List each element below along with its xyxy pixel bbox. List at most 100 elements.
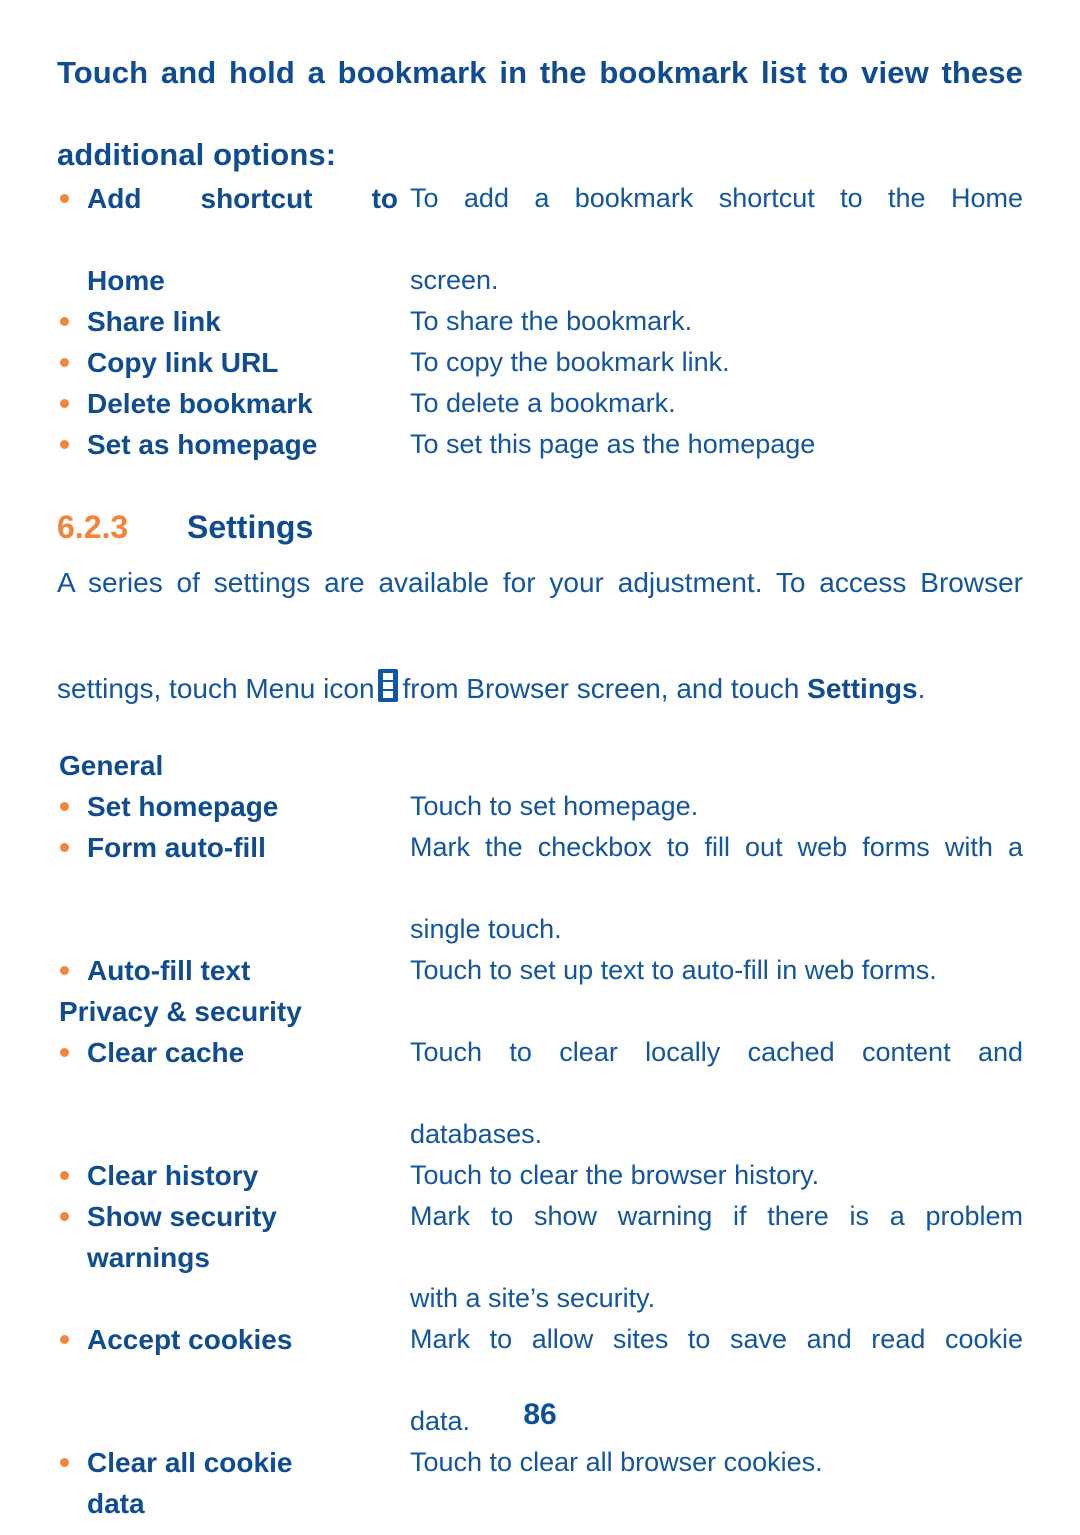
setting-desc-line-1: Mark to show warning if there is a probl… bbox=[410, 1201, 1023, 1231]
menu-icon[interactable] bbox=[377, 669, 398, 702]
group-heading-general: General bbox=[59, 750, 164, 781]
list-item: Clear cache Touch to clear locally cache… bbox=[57, 1032, 1023, 1155]
setting-desc-line-2: single touch. bbox=[410, 914, 562, 944]
setting-term: Accept cookies bbox=[87, 1319, 410, 1360]
option-desc-line-1: To add a bookmark shortcut to the Home bbox=[410, 183, 1023, 213]
setting-description: Mark to show warning if there is a probl… bbox=[410, 1196, 1023, 1319]
option-description: To set this page as the homepage bbox=[410, 424, 1023, 465]
bullet-icon bbox=[60, 1335, 69, 1344]
bullet-icon bbox=[60, 317, 69, 326]
bullet-column bbox=[57, 301, 87, 326]
bullet-column bbox=[57, 342, 87, 367]
option-desc-line-1: To set this page as the homepage bbox=[410, 429, 816, 459]
bullet-icon bbox=[60, 194, 69, 203]
option-desc-line-1: To copy the bookmark link. bbox=[410, 347, 730, 377]
menu-icon-dot-1 bbox=[382, 673, 393, 680]
setting-term: Clear history bbox=[87, 1155, 410, 1196]
list-item: Form auto-fill Mark the checkbox to fill… bbox=[57, 827, 1023, 950]
setting-term: Clear all cookie data bbox=[87, 1442, 410, 1524]
section-heading: 6.2.3 Settings bbox=[57, 509, 1023, 546]
section-body-paragraph: A series of settings are available for y… bbox=[57, 556, 1023, 715]
section-body-line-2: settings, touch Menu icon from Browser sc… bbox=[57, 662, 1023, 715]
option-description: To delete a bookmark. bbox=[410, 383, 1023, 424]
bullet-icon bbox=[60, 843, 69, 852]
list-item: Clear history Touch to clear the browser… bbox=[57, 1155, 1023, 1196]
option-term-line-2: Home bbox=[87, 265, 165, 296]
setting-term-line-1: Form auto-fill bbox=[87, 832, 266, 863]
setting-desc-line-2: databases. bbox=[410, 1119, 543, 1149]
setting-desc-line-1: Touch to clear locally cached content an… bbox=[410, 1037, 1023, 1067]
option-term-line-1: Add shortcut to bbox=[87, 183, 398, 214]
bullet-icon bbox=[60, 1171, 69, 1180]
option-description: To copy the bookmark link. bbox=[410, 342, 1023, 383]
section-body-line-2-part-1: settings, touch Menu icon bbox=[57, 673, 375, 704]
list-item: Delete bookmark To delete a bookmark. bbox=[57, 383, 1023, 424]
setting-term: Set homepage bbox=[87, 786, 410, 827]
list-item: Clear all cookie data Touch to clear all… bbox=[57, 1442, 1023, 1524]
setting-term: Clear cache bbox=[87, 1032, 410, 1073]
setting-term-line-1: Clear all cookie bbox=[87, 1447, 293, 1478]
option-desc-line-1: To delete a bookmark. bbox=[410, 388, 676, 418]
section-body-line-2-part-2: from Browser screen, and touch bbox=[402, 673, 800, 704]
setting-term-line-1: Auto-fill text bbox=[87, 955, 251, 986]
setting-description: Touch to clear all browser cookies. bbox=[410, 1442, 1023, 1483]
setting-desc-line-1: Touch to clear all browser cookies. bbox=[410, 1447, 823, 1477]
option-term: Add shortcut to Home bbox=[87, 178, 410, 301]
setting-term-line-2: data bbox=[87, 1488, 145, 1519]
section-title: Settings bbox=[187, 509, 314, 545]
setting-term: Show security warnings bbox=[87, 1196, 410, 1278]
list-item: Auto-fill text Touch to set up text to a… bbox=[57, 950, 1023, 991]
setting-description: Touch to set homepage. bbox=[410, 786, 1023, 827]
bullet-column bbox=[57, 950, 87, 975]
option-description: To share the bookmark. bbox=[410, 301, 1023, 342]
setting-term-line-1: Show security bbox=[87, 1201, 277, 1232]
privacy-security-settings-list: Clear cache Touch to clear locally cache… bbox=[57, 1032, 1023, 1524]
option-term-line-1: Set as homepage bbox=[87, 429, 318, 460]
setting-description: Mark the checkbox to fill out web forms … bbox=[410, 827, 1023, 950]
setting-desc-line-1: Touch to set homepage. bbox=[410, 791, 699, 821]
page-number: 86 bbox=[523, 1398, 557, 1431]
option-description: To add a bookmark shortcut to the Home s… bbox=[410, 178, 1023, 301]
option-term-line-1: Share link bbox=[87, 306, 221, 337]
intro-heading-line-2: additional options: bbox=[57, 137, 337, 172]
option-desc-line-1: To share the bookmark. bbox=[410, 306, 693, 336]
option-desc-line-2: screen. bbox=[410, 265, 499, 295]
intro-heading: Touch and hold a bookmark in the bookmar… bbox=[57, 52, 1023, 175]
setting-desc-line-2: with a site’s security. bbox=[410, 1283, 656, 1313]
bullet-column bbox=[57, 1196, 87, 1221]
option-term: Set as homepage bbox=[87, 424, 410, 465]
bullet-icon bbox=[60, 1458, 69, 1467]
setting-term-line-1: Set homepage bbox=[87, 791, 279, 822]
bullet-icon bbox=[60, 966, 69, 975]
section-body-settings-bold: Settings bbox=[807, 673, 918, 704]
bullet-icon bbox=[60, 1212, 69, 1221]
general-settings-list: Set homepage Touch to set homepage. Form… bbox=[57, 786, 1023, 991]
setting-description: Touch to clear the browser history. bbox=[410, 1155, 1023, 1196]
setting-term-line-1: Accept cookies bbox=[87, 1324, 293, 1355]
setting-term-line-1: Clear history bbox=[87, 1160, 259, 1191]
setting-desc-line-1: Touch to set up text to auto-fill in web… bbox=[410, 955, 937, 985]
list-item: Share link To share the bookmark. bbox=[57, 301, 1023, 342]
bullet-column bbox=[57, 424, 87, 449]
intro-heading-line-1: Touch and hold a bookmark in the bookmar… bbox=[57, 55, 1023, 90]
list-item: Copy link URL To copy the bookmark link. bbox=[57, 342, 1023, 383]
setting-term: Form auto-fill bbox=[87, 827, 410, 868]
list-item: Add shortcut to Home To add a bookmark s… bbox=[57, 178, 1023, 301]
bullet-column bbox=[57, 827, 87, 852]
menu-icon-dot-3 bbox=[382, 691, 393, 698]
bullet-column bbox=[57, 1032, 87, 1057]
setting-term: Auto-fill text bbox=[87, 950, 410, 991]
option-term-line-1: Copy link URL bbox=[87, 347, 279, 378]
list-item: Show security warnings Mark to show warn… bbox=[57, 1196, 1023, 1319]
bullet-icon bbox=[60, 1048, 69, 1057]
setting-term-line-2: warnings bbox=[87, 1242, 210, 1273]
setting-desc-line-1: Mark the checkbox to fill out web forms … bbox=[410, 832, 1023, 862]
bullet-icon bbox=[60, 399, 69, 408]
list-item: Set as homepage To set this page as the … bbox=[57, 424, 1023, 465]
bullet-column bbox=[57, 1319, 87, 1344]
option-term: Copy link URL bbox=[87, 342, 410, 383]
list-item: Set homepage Touch to set homepage. bbox=[57, 786, 1023, 827]
section-body-line-1: A series of settings are available for y… bbox=[57, 567, 1023, 598]
page-content: Touch and hold a bookmark in the bookmar… bbox=[57, 52, 1023, 1524]
